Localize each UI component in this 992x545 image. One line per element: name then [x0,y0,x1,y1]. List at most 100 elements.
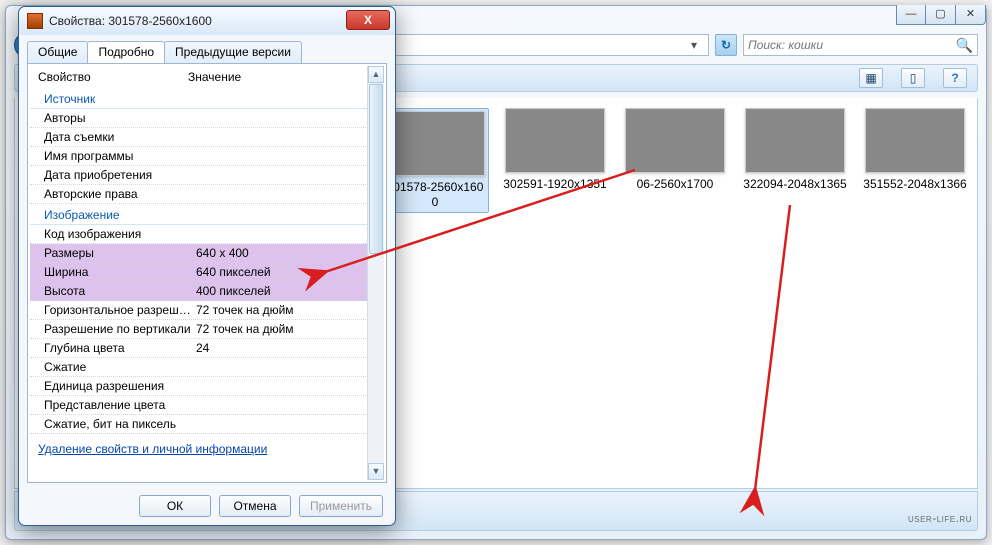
property-value [196,111,360,125]
property-name: Дата приобретения [44,168,196,182]
tab-details[interactable]: Подробно [87,41,165,63]
dialog-titlebar[interactable]: Свойства: 301578-2560x1600 [19,7,395,35]
thumbnail-item[interactable]: 302591-1920x1351 [501,108,609,213]
view-button[interactable]: ▦ [859,68,883,88]
property-row[interactable]: Авторы [30,109,384,128]
property-name: Авторские права [44,187,196,201]
scroll-up-button[interactable]: ▲ [368,66,384,83]
tab-general[interactable]: Общие [27,41,88,63]
property-value: 400 пикселей [196,284,360,298]
scrollbar[interactable]: ▲ ▼ [367,66,384,480]
tab-previous-versions[interactable]: Предыдущие версии [164,41,302,63]
property-list: Источник Авторы Дата съемки Имя программы Да… [30,88,384,434]
scroll-thumb[interactable] [369,84,383,254]
property-value [196,227,360,241]
property-value [196,168,360,182]
window-buttons: — ▢ ✕ [896,5,986,25]
thumbnail-image [385,111,485,176]
thumbnail-item[interactable]: 322094-2048x1365 [741,108,849,213]
property-row[interactable]: Имя программы [30,147,384,166]
minimize-button[interactable]: — [896,5,926,25]
dialog-close-button[interactable]: X [346,10,390,30]
preview-pane-button[interactable]: ▯ [901,68,925,88]
property-row[interactable]: Глубина цвета24 [30,339,384,358]
tab-strip: Общие Подробно Предыдущие версии [19,35,395,63]
thumbnail-caption: 301578-2560x1600 [384,180,486,210]
property-row[interactable]: Горизонтальное разреш…72 точек на дюйм [30,301,384,320]
scroll-down-button[interactable]: ▼ [368,463,384,480]
property-row[interactable]: Ширина640 пикселей [30,263,384,282]
maximize-button[interactable]: ▢ [926,5,956,25]
thumbnail-caption: 351552-2048x1366 [861,177,969,192]
tab-body: Свойство Значение Источник Авторы Дата съе… [27,63,387,483]
property-name: Размеры [44,246,196,260]
column-property[interactable]: Свойство [38,70,188,84]
property-name: Имя программы [44,149,196,163]
close-button[interactable]: ✕ [956,5,986,25]
property-row[interactable]: Дата приобретения [30,166,384,185]
property-value: 640 x 400 [196,246,360,260]
property-value [196,149,360,163]
refresh-button[interactable]: ↻ [715,34,737,56]
apply-button[interactable]: Применить [299,495,383,517]
property-name: Разрешение по вертикали [44,322,196,336]
property-row[interactable]: Код изображения [30,225,384,244]
property-row[interactable]: Высота400 пикселей [30,282,384,301]
thumbnail-caption: 06-2560x1700 [621,177,729,192]
property-row[interactable]: Авторские права [30,185,384,204]
property-value [196,379,360,393]
property-value [196,398,360,412]
help-button[interactable]: ? [943,68,967,88]
property-row[interactable]: Представление цвета [30,396,384,415]
thumbnail-caption: 322094-2048x1365 [741,177,849,192]
property-row[interactable]: Единица разрешения [30,377,384,396]
property-value: 72 точек на дюйм [196,322,360,336]
cancel-button[interactable]: Отмена [219,495,291,517]
ok-button[interactable]: ОК [139,495,211,517]
property-row[interactable]: Размеры640 x 400 [30,244,384,263]
section-header: Источник [30,88,384,109]
property-row[interactable]: Разрешение по вертикали72 точек на дюйм [30,320,384,339]
property-name: Представление цвета [44,398,196,412]
search-input[interactable] [748,38,956,52]
thumbnail-image [625,108,725,173]
property-name: Сжатие [44,360,196,374]
property-name: Единица разрешения [44,379,196,393]
column-value[interactable]: Значение [188,70,360,84]
thumbnail-item[interactable]: 06-2560x1700 [621,108,729,213]
search-box[interactable]: 🔍 [743,34,978,56]
thumbnail-image [745,108,845,173]
property-name: Дата съемки [44,130,196,144]
search-icon[interactable]: 🔍 [956,37,973,54]
property-name: Горизонтальное разреш… [44,303,196,317]
property-name: Авторы [44,111,196,125]
property-name: Код изображения [44,227,196,241]
thumbnail-image [865,108,965,173]
property-value [196,187,360,201]
watermark: user-life.ru [908,510,972,527]
properties-dialog: Свойства: 301578-2560x1600 X Общие Подро… [18,6,396,526]
property-row[interactable]: Сжатие, бит на пиксель [30,415,384,434]
property-name: Ширина [44,265,196,279]
property-value [196,130,360,144]
thumbnail-caption: 302591-1920x1351 [501,177,609,192]
property-value: 640 пикселей [196,265,360,279]
property-value: 72 точек на дюйм [196,303,360,317]
property-name: Сжатие, бит на пиксель [44,417,196,431]
property-name: Высота [44,284,196,298]
thumbnail-image [505,108,605,173]
property-row[interactable]: Дата съемки [30,128,384,147]
dialog-buttons: ОК Отмена Применить [19,495,395,517]
address-dropdown-icon[interactable]: ▾ [686,38,702,52]
property-name: Глубина цвета [44,341,196,355]
column-headers: Свойство Значение [30,68,384,88]
property-value: 24 [196,341,360,355]
thumbnail-item[interactable]: 301578-2560x1600 [381,108,489,213]
dialog-title: Свойства: 301578-2560x1600 [49,14,212,28]
section-header: Изображение [30,204,384,225]
remove-properties-link[interactable]: Удаление свойств и личной информации [30,434,384,456]
property-value [196,417,360,431]
property-row[interactable]: Сжатие [30,358,384,377]
thumbnail-item[interactable]: 351552-2048x1366 [861,108,969,213]
property-value [196,360,360,374]
